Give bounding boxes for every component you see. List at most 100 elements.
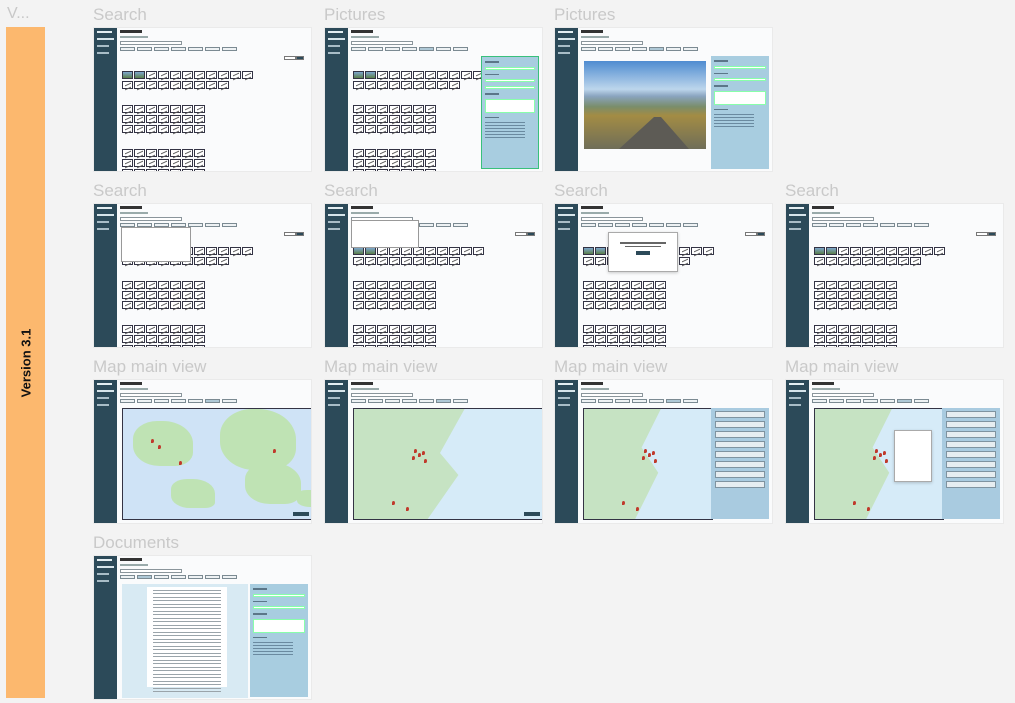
sidebar-item[interactable] <box>789 221 801 223</box>
thumbnail[interactable] <box>353 125 364 133</box>
thumbnail[interactable] <box>425 247 436 255</box>
search-input[interactable] <box>351 393 413 397</box>
thumbnail[interactable] <box>910 247 921 255</box>
sidebar-item[interactable] <box>558 207 573 209</box>
thumbnail[interactable] <box>413 335 424 343</box>
frame-map-side-popup[interactable] <box>785 379 1004 524</box>
location-item[interactable] <box>946 421 996 428</box>
thumbnail[interactable] <box>437 71 448 79</box>
view-button[interactable] <box>296 56 304 60</box>
thumbnail[interactable] <box>146 115 157 123</box>
thumbnail[interactable] <box>377 345 388 347</box>
thumbnail[interactable] <box>583 335 594 343</box>
thumbnail[interactable] <box>838 325 849 333</box>
frame-picture-detail[interactable] <box>554 27 773 172</box>
sidebar-item[interactable] <box>328 390 345 392</box>
thumbnail[interactable] <box>814 281 825 289</box>
thumbnail[interactable] <box>365 325 376 333</box>
thumbnail[interactable] <box>353 325 364 333</box>
thumbnail[interactable] <box>449 71 460 79</box>
thumbnail[interactable] <box>473 247 484 255</box>
sidebar-item[interactable] <box>328 404 340 406</box>
filter-chip[interactable] <box>846 223 861 227</box>
thumbnail[interactable] <box>122 325 133 333</box>
sidebar-item[interactable] <box>97 573 109 575</box>
location-item[interactable] <box>715 431 765 438</box>
thumbnail[interactable] <box>146 169 157 171</box>
thumbnail[interactable] <box>886 345 897 347</box>
thumbnail[interactable] <box>365 149 376 157</box>
thumbnail[interactable] <box>206 71 217 79</box>
sidebar-item[interactable] <box>789 404 801 406</box>
thumbnail[interactable] <box>826 335 837 343</box>
filter-chip[interactable] <box>205 575 220 579</box>
thumbnail[interactable] <box>413 281 424 289</box>
thumbnail[interactable] <box>437 257 448 265</box>
thumbnail[interactable] <box>814 247 825 255</box>
thumbnail[interactable] <box>886 281 897 289</box>
thumbnail[interactable] <box>182 125 193 133</box>
thumbnail[interactable] <box>146 149 157 157</box>
thumbnail[interactable] <box>619 345 630 347</box>
map-pin[interactable] <box>414 449 417 453</box>
thumbnail[interactable] <box>643 301 654 309</box>
sidebar-item[interactable] <box>789 383 804 385</box>
thumbnail[interactable] <box>194 281 205 289</box>
thumbnail[interactable] <box>170 71 181 79</box>
thumbnail[interactable] <box>122 169 133 171</box>
sort-button[interactable] <box>745 232 757 236</box>
thumbnail[interactable] <box>194 159 205 167</box>
thumbnail[interactable] <box>413 325 424 333</box>
thumbnail[interactable] <box>874 335 885 343</box>
thumbnail[interactable] <box>194 115 205 123</box>
thumbnail[interactable] <box>595 335 606 343</box>
thumbnail[interactable] <box>401 71 412 79</box>
thumbnail[interactable] <box>814 335 825 343</box>
thumbnail[interactable] <box>401 301 412 309</box>
thumbnail[interactable] <box>437 247 448 255</box>
thumbnail[interactable] <box>146 71 157 79</box>
filter-chip[interactable] <box>863 223 878 227</box>
thumbnail[interactable] <box>425 115 436 123</box>
thumbnail[interactable] <box>194 81 205 89</box>
view-button[interactable] <box>988 232 996 236</box>
map-controls[interactable] <box>293 512 309 516</box>
map-controls[interactable] <box>524 512 540 516</box>
filter-chip[interactable] <box>880 223 895 227</box>
sidebar-item[interactable] <box>328 38 345 40</box>
filter-chip[interactable] <box>598 47 613 51</box>
filter-chip[interactable] <box>154 399 169 403</box>
thumbnail[interactable] <box>826 291 837 299</box>
filter-chip[interactable] <box>154 47 169 51</box>
thumbnail[interactable] <box>898 247 909 255</box>
sidebar-item[interactable] <box>97 207 112 209</box>
thumbnail[interactable] <box>134 115 145 123</box>
filter-chip[interactable] <box>385 399 400 403</box>
filter-chip[interactable] <box>188 47 203 51</box>
thumbnail[interactable] <box>389 257 400 265</box>
thumbnail[interactable] <box>838 291 849 299</box>
thumbnail[interactable] <box>389 169 400 171</box>
thumbnail[interactable] <box>401 291 412 299</box>
location-item[interactable] <box>946 411 996 418</box>
sidebar-item[interactable] <box>97 52 109 54</box>
thumbnail[interactable] <box>874 291 885 299</box>
filter-chip[interactable] <box>368 399 383 403</box>
thumbnail[interactable] <box>122 345 133 347</box>
view-button[interactable] <box>757 232 765 236</box>
thumbnail[interactable] <box>158 71 169 79</box>
sidebar-item[interactable] <box>789 228 801 230</box>
filter-chip[interactable] <box>205 47 220 51</box>
filter-chip[interactable] <box>812 223 827 227</box>
sidebar-item[interactable] <box>97 390 114 392</box>
thumbnail[interactable] <box>353 159 364 167</box>
filter-chip[interactable] <box>863 399 878 403</box>
thumbnail[interactable] <box>158 115 169 123</box>
thumbnail[interactable] <box>631 335 642 343</box>
thumbnail[interactable] <box>814 257 825 265</box>
thumbnail[interactable] <box>194 71 205 79</box>
thumbnail[interactable] <box>377 247 388 255</box>
thumbnail[interactable] <box>377 257 388 265</box>
filter-chip[interactable] <box>453 47 468 51</box>
thumbnail[interactable] <box>655 335 666 343</box>
